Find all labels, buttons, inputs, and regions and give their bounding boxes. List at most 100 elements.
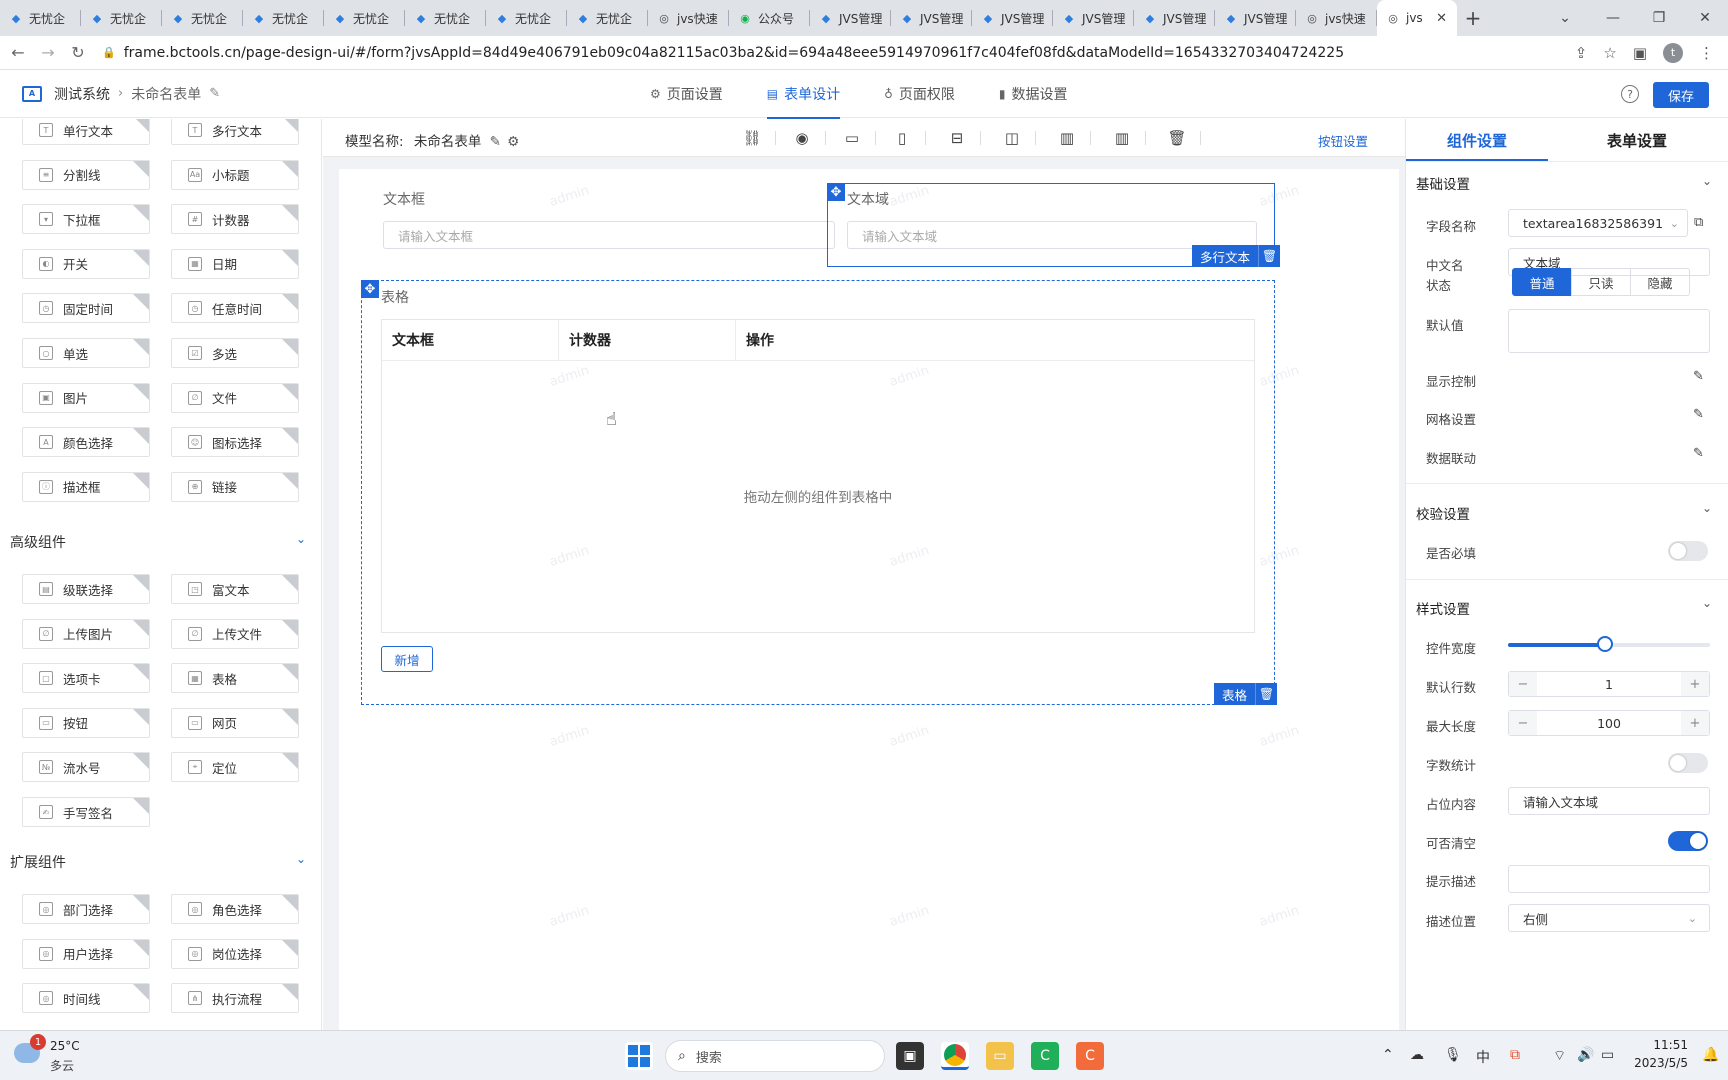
section-style[interactable]: 样式设置 — [1416, 598, 1470, 618]
clock-time[interactable]: 11:51 — [1650, 1038, 1688, 1052]
palette-item[interactable]: # 计数器 — [171, 204, 299, 235]
browser-tab[interactable]: ◆ 无忧企 — [567, 0, 648, 36]
browser-tab[interactable]: ◆ 无忧企 — [162, 0, 243, 36]
palette-item[interactable]: ☺ 图标选择 — [171, 427, 299, 458]
battery-icon[interactable]: ▭ — [1601, 1047, 1614, 1063]
palette-item[interactable]: ◳ 富文本 — [171, 574, 299, 604]
palette-item[interactable]: ▦ 日期 — [171, 248, 299, 279]
palette-item[interactable]: T 单行文本 — [22, 119, 150, 145]
tab-form-design[interactable]: ▤ 表单设计 — [766, 70, 841, 119]
width-slider[interactable] — [1508, 636, 1710, 652]
close-window-icon[interactable]: ✕ — [1682, 0, 1728, 36]
microphone-icon[interactable]: 🎙 — [1444, 1047, 1462, 1063]
link-icon[interactable]: ⛓ — [742, 129, 761, 147]
palette-item[interactable]: № 流水号 — [22, 752, 150, 783]
trash-icon[interactable]: 🗑 — [1255, 683, 1277, 705]
browser-tab[interactable]: ◎ jvs快速 — [648, 0, 729, 36]
tab-component-settings[interactable]: 组件设置 — [1406, 119, 1548, 161]
clearable-toggle[interactable] — [1668, 831, 1708, 851]
close-icon[interactable]: ✕ — [1436, 11, 1447, 26]
profile-avatar[interactable]: t — [1663, 42, 1683, 63]
ime-icon[interactable]: 中 — [1476, 1047, 1490, 1067]
edit-icon[interactable]: ✎ — [1693, 446, 1704, 461]
save-button[interactable]: 保存 — [1653, 82, 1709, 108]
palette-item[interactable]: ◷ 任意时间 — [171, 293, 299, 324]
field-name-select[interactable]: textarea1683258639117⌄ — [1508, 209, 1688, 237]
edit-icon[interactable]: ✎ — [209, 86, 220, 101]
button-settings-link[interactable]: 按钮设置 — [1318, 131, 1368, 150]
windows-start-icon[interactable] — [625, 1042, 653, 1070]
minus-icon[interactable]: − — [1509, 711, 1537, 735]
layout-two-col-icon[interactable]: ◫ — [1003, 129, 1021, 147]
app-icon[interactable]: C — [1076, 1042, 1104, 1070]
required-toggle[interactable] — [1668, 541, 1708, 561]
palette-item[interactable]: ⓘ 描述框 — [22, 471, 150, 502]
browser-tab[interactable]: ◆ 无忧企 — [324, 0, 405, 36]
browser-tab[interactable]: ◆ JVS管理 — [891, 0, 972, 36]
browser-tab[interactable]: ◆ 无忧企 — [81, 0, 162, 36]
tab-data-settings[interactable]: ▮ 数据设置 — [999, 70, 1068, 118]
state-normal-option[interactable]: 普通 — [1512, 268, 1572, 296]
chevron-down-icon[interactable]: ⌄ — [296, 532, 306, 546]
url-field[interactable]: 🔒 frame.bctools.cn/page-design-ui/#/form… — [102, 45, 1575, 61]
browser-tab-active[interactable]: ◎ jvs ✕ — [1377, 0, 1457, 36]
volume-icon[interactable]: 🔊 — [1577, 1047, 1594, 1063]
browser-tab[interactable]: ◆ 无忧企 — [243, 0, 324, 36]
taskbar-search[interactable]: ⌕ 搜索 — [665, 1040, 885, 1072]
task-view-icon[interactable]: ▣ — [896, 1042, 924, 1070]
tab-page-settings[interactable]: ⚙ 页面设置 — [650, 70, 723, 118]
wifi-icon[interactable]: ⌔ — [1553, 1047, 1566, 1065]
gear-icon[interactable]: ⚙ — [507, 134, 519, 150]
eye-icon[interactable]: ◉ — [793, 129, 811, 147]
state-hidden-option[interactable]: 隐藏 — [1630, 268, 1690, 296]
palette-item[interactable]: ▭ 按钮 — [22, 707, 150, 738]
layout-three-col-icon[interactable]: ▥ — [1058, 129, 1076, 147]
add-row-button[interactable]: 新增 — [381, 646, 433, 672]
width-slider-handle[interactable] — [1596, 636, 1613, 652]
palette-item[interactable]: ▭ 网页 — [171, 707, 299, 738]
browser-tab[interactable]: ◆ JVS管理 — [1215, 0, 1296, 36]
pc-view-icon[interactable]: ▭ — [843, 129, 861, 147]
file-explorer-icon[interactable]: ▭ — [986, 1042, 1014, 1070]
hint-input[interactable] — [1508, 865, 1710, 893]
palette-item[interactable]: ◎ 时间线 — [22, 983, 150, 1014]
palette-item[interactable]: ▾ 下拉框 — [22, 204, 150, 235]
palette-item[interactable]: ▢ 选项卡 — [22, 663, 150, 694]
chevron-down-icon[interactable]: ⌄ — [296, 852, 306, 866]
palette-item[interactable]: ✍ 手写签名 — [22, 797, 150, 827]
chevron-down-icon[interactable]: ⌄ — [1702, 501, 1712, 515]
copy-icon[interactable]: ⧉ — [1694, 215, 1703, 230]
forward-icon[interactable]: → — [36, 43, 60, 62]
table-header-cell[interactable]: 文本框 — [382, 320, 559, 360]
rows-stepper[interactable]: − 1 + — [1508, 671, 1710, 697]
browser-tab[interactable]: ◉ 公众号 — [729, 0, 810, 36]
chevron-down-icon[interactable]: ⌄ — [1702, 174, 1712, 188]
palette-item[interactable]: T 多行文本 — [171, 119, 299, 145]
browser-tab[interactable]: ◆ JVS管理 — [1053, 0, 1134, 36]
palette-item[interactable]: ◐ 开关 — [22, 248, 150, 279]
edit-icon[interactable]: ✎ — [1693, 369, 1704, 384]
palette-item[interactable]: A 颜色选择 — [22, 427, 150, 458]
chevron-up-icon[interactable]: ⌃ — [1382, 1047, 1394, 1063]
plus-icon[interactable]: + — [1681, 672, 1709, 696]
sidepanel-icon[interactable]: ▣ — [1633, 44, 1647, 62]
star-icon[interactable]: ☆ — [1603, 44, 1616, 62]
reload-icon[interactable]: ↻ — [66, 43, 90, 62]
clock-date[interactable]: 2023/5/5 — [1628, 1056, 1688, 1070]
share-icon[interactable]: ⇪ — [1575, 44, 1588, 62]
trash-icon[interactable]: 🗑 — [1167, 129, 1186, 147]
trash-icon[interactable]: 🗑 — [1258, 245, 1280, 267]
palette-item[interactable]: ◎ 角色选择 — [171, 894, 299, 924]
app-tray-icon[interactable]: ⧉ — [1510, 1047, 1520, 1063]
chevron-down-icon[interactable]: ⌄ — [1542, 0, 1588, 36]
browser-tab[interactable]: ◆ 无忧企 — [0, 0, 81, 36]
palette-item[interactable]: ∅ 文件 — [171, 382, 299, 413]
layout-four-col-icon[interactable]: ▥ — [1113, 129, 1131, 147]
table-header-cell[interactable]: 计数器 — [559, 320, 736, 360]
tab-page-permissions[interactable]: ♁ 页面权限 — [884, 70, 955, 118]
default-value-textarea[interactable] — [1508, 309, 1710, 353]
palette-item[interactable]: ▤ 级联选择 — [22, 574, 150, 604]
weather-temp[interactable]: 25°C — [50, 1039, 80, 1053]
menu-icon[interactable]: ⋮ — [1699, 44, 1714, 62]
state-readonly-option[interactable]: 只读 — [1571, 268, 1631, 296]
